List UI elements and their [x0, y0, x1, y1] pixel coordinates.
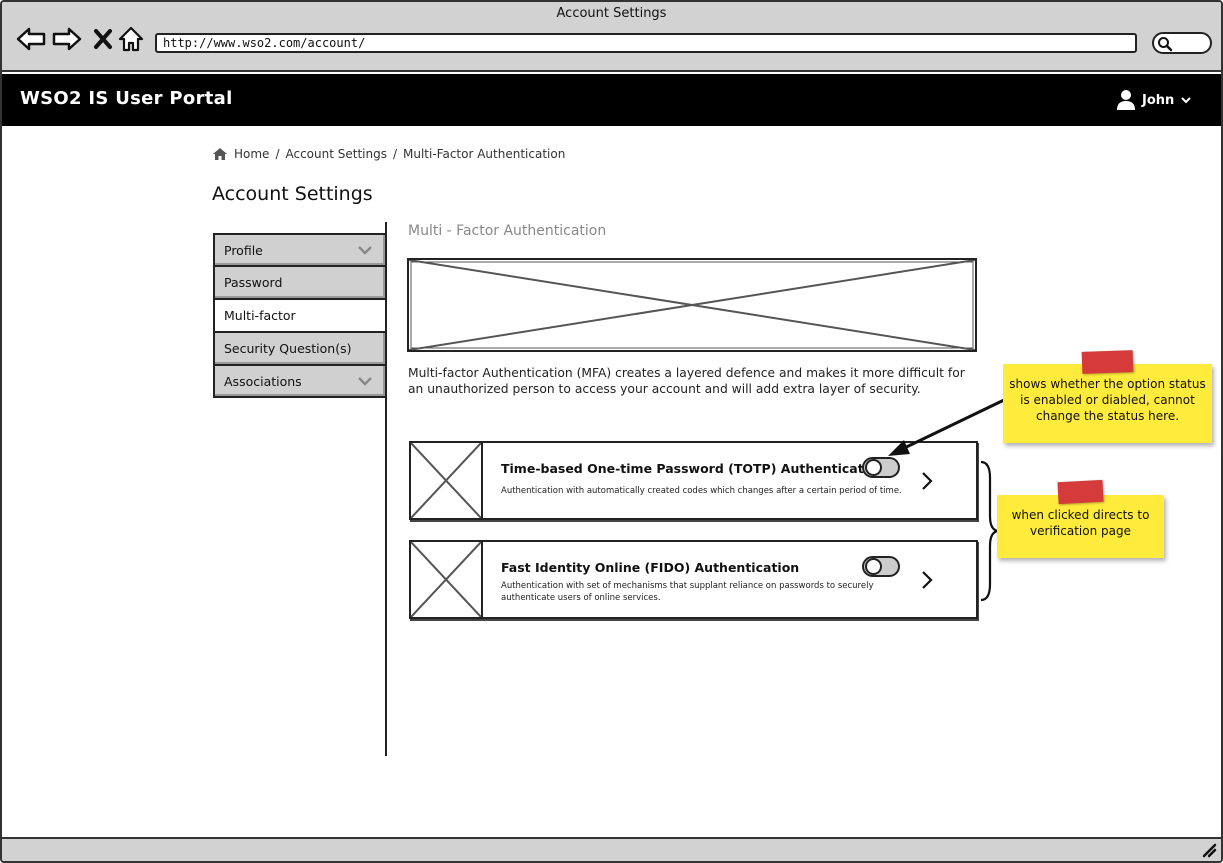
sidebar-item-associations[interactable]: Associations	[213, 365, 387, 398]
app-title: WSO2 IS User Portal	[20, 88, 233, 109]
sidebar-item-label: Associations	[224, 374, 302, 389]
browser-status-bar	[2, 837, 1221, 861]
note-tape	[1081, 350, 1134, 374]
breadcrumb-account-settings[interactable]: Account Settings	[285, 147, 386, 161]
content-divider	[385, 222, 387, 756]
breadcrumb: Home / Account Settings / Multi-Factor A…	[212, 147, 565, 161]
annotation-text: shows whether the option status is enabl…	[1009, 377, 1206, 423]
authenticator-title: Time-based One-time Password (TOTP) Auth…	[501, 461, 886, 476]
sidebar-item-label: Password	[224, 275, 283, 290]
search-icon	[1158, 37, 1173, 52]
house-icon	[213, 148, 227, 160]
section-title: Multi - Factor Authentication	[408, 223, 607, 239]
user-name: John	[1142, 92, 1175, 108]
window-title: Account Settings	[556, 6, 667, 21]
sidebar-item-profile[interactable]: Profile	[213, 233, 387, 266]
settings-sidebar: Profile Password Multi-factor Authentica…	[213, 233, 387, 398]
note-tape	[1057, 479, 1104, 505]
image-placeholder-icon	[407, 258, 977, 352]
close-icon[interactable]	[88, 24, 118, 54]
chevron-right-icon[interactable]	[920, 471, 934, 491]
sidebar-item-label: Security Question(s)	[224, 341, 352, 356]
annotation-note-toggle: shows whether the option status is enabl…	[1003, 364, 1212, 443]
authenticator-description: Authentication with automatically create…	[501, 486, 902, 496]
page-title: Account Settings	[212, 183, 373, 205]
fido-authenticator-card[interactable]: Fast Identity Online (FIDO) Authenticati…	[409, 540, 978, 619]
user-icon	[1117, 90, 1135, 110]
app-header: WSO2 IS User Portal John	[2, 74, 1221, 126]
breadcrumb-separator: /	[392, 147, 398, 161]
toggle-knob	[865, 558, 882, 575]
sidebar-item-label: Profile	[224, 243, 263, 258]
annotation-arrow	[888, 398, 1005, 456]
browser-search-field[interactable]	[1152, 32, 1212, 54]
breadcrumb-separator: /	[275, 147, 280, 161]
sidebar-item-security-questions[interactable]: Security Question(s)	[213, 332, 387, 365]
browser-toolbar: Account Settings http://www.wso2.com/acc…	[2, 2, 1221, 72]
resize-grip-icon[interactable]	[1201, 842, 1217, 858]
image-placeholder-icon	[411, 542, 483, 617]
authenticator-title: Fast Identity Online (FIDO) Authenticati…	[501, 560, 800, 575]
house-icon[interactable]	[116, 24, 146, 54]
chevron-down-icon	[358, 246, 372, 255]
breadcrumb-home[interactable]: Home	[234, 147, 269, 161]
breadcrumb-current: Multi-Factor Authentication	[403, 147, 566, 161]
annotation-note-card: when clicked directs to verification pag…	[997, 495, 1164, 558]
toggle-knob	[865, 459, 882, 476]
chevron-down-icon	[1181, 97, 1191, 104]
arrow-right-icon[interactable]	[52, 24, 82, 54]
chevron-down-icon	[358, 377, 372, 386]
annotation-text: when clicked directs to verification pag…	[1011, 508, 1150, 538]
user-menu[interactable]: John	[1116, 89, 1192, 111]
sidebar-item-multi-factor-authentication[interactable]: Multi-factor Authentication	[213, 299, 387, 354]
arrow-left-icon[interactable]	[16, 24, 46, 54]
sidebar-item-password[interactable]: Password	[213, 266, 387, 299]
status-toggle	[862, 556, 900, 577]
browser-window: Account Settings http://www.wso2.com/acc…	[0, 0, 1223, 863]
chevron-right-icon[interactable]	[920, 570, 934, 590]
url-input[interactable]: http://www.wso2.com/account/	[155, 33, 1137, 53]
authenticator-description: Authentication with set of mechanisms th…	[501, 581, 874, 603]
image-placeholder-icon	[411, 443, 483, 518]
